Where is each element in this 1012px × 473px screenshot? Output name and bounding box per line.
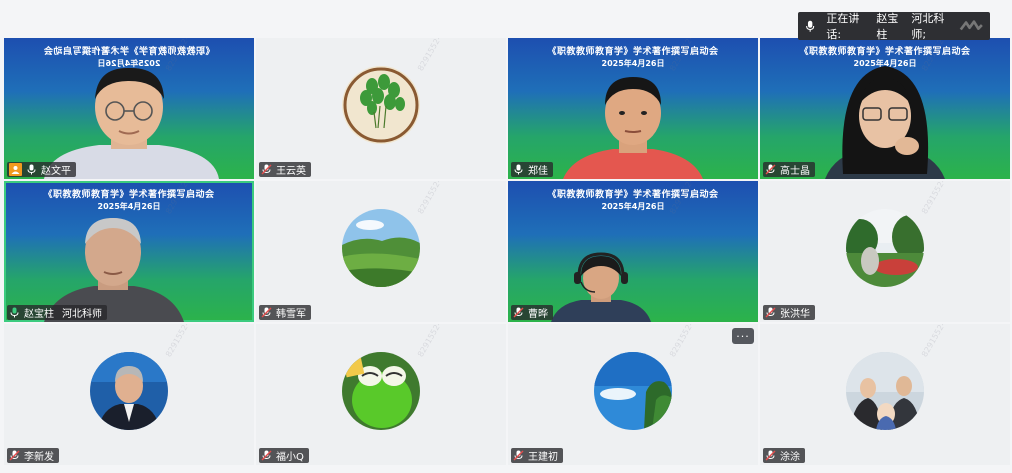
mic-muted-icon [513, 307, 524, 318]
participant-avatar [342, 65, 420, 144]
participant-tile[interactable]: 福小Q 8291552-3211-4f88-8654 2376 ... 7302 [256, 324, 506, 465]
mic-muted-icon [765, 450, 776, 461]
participant-video [44, 67, 219, 179]
participant-tile[interactable]: 《职教教师教育学》学术著作撰写启动会 2025年4月26日 曹晔 8291552… [508, 181, 758, 322]
audio-level-icon [960, 20, 984, 31]
participant-nametag: 涂涂 [763, 448, 805, 463]
banner-title: 《职教教师教育学》学术著作撰写启动会 [547, 190, 719, 200]
watermark: 8291552-3211-4f88-8654 2376 ... 7302 [416, 38, 503, 72]
microphone-speaking-icon [10, 307, 19, 318]
more-options-button[interactable]: ··· [732, 328, 754, 344]
participant-name: 涂涂 [780, 452, 800, 463]
watermark: 8291552-3211-4f88-8654 2376 ... 7302 [920, 181, 1007, 215]
participant-name: 王云英 [276, 166, 306, 177]
participant-nametag: 福小Q [259, 448, 309, 463]
participant-tile[interactable]: 王云英 8291552-3211-4f88-8654 2376 ... 7302 [256, 38, 506, 179]
participant-org: 河北科师 [62, 309, 102, 320]
participant-tile[interactable]: 韩雪军 8291552-3211-4f88-8654 2376 ... 7302 [256, 181, 506, 322]
participant-name: 福小Q [276, 452, 304, 463]
mic-muted-icon [261, 307, 272, 318]
video-gallery: 《职教教师教育学》学术著作撰写启动会 2025年4月26日 赵文平 829155… [4, 38, 1010, 465]
participant-avatar [90, 351, 168, 430]
mic-muted-icon [513, 450, 524, 461]
microphone-icon [27, 164, 36, 175]
participant-tile[interactable]: 涂涂 8291552-3211-4f88-8654 2376 ... 7302 [760, 324, 1010, 465]
banner-title: 《职教教师教育学》学术著作撰写启动会 [547, 47, 719, 57]
participant-nametag: 李新发 [7, 448, 59, 463]
banner-title: 《职教教师教育学》学术著作撰写启动会 [43, 47, 215, 57]
participant-tile[interactable]: 张洪华 8291552-3211-4f88-8654 2376 ... 7302 [760, 181, 1010, 322]
microphone-icon [514, 164, 523, 175]
participant-name: 王建初 [528, 452, 558, 463]
participant-avatar [846, 351, 924, 430]
participant-name: 李新发 [24, 452, 54, 463]
participant-avatar [342, 208, 420, 287]
participant-avatar [846, 208, 924, 287]
participant-tile[interactable]: 《职教教师教育学》学术著作撰写启动会 2025年4月26日 赵文平 829155… [4, 38, 254, 179]
speaking-label: 正在讲话: [826, 12, 860, 41]
participant-tile[interactable]: ··· 王建初 8291552-3211-4f88-8654 2376 ... … [508, 324, 758, 465]
participant-name: 赵文平 [41, 166, 71, 177]
participant-name: 郑佳 [528, 166, 548, 177]
speaking-name: 赵宝柱 [876, 12, 899, 41]
participant-tile[interactable]: 李新发 8291552-3211-4f88-8654 2376 ... 7302 [4, 324, 254, 465]
participant-video [550, 252, 651, 322]
participant-avatar [342, 351, 420, 430]
participant-name: 赵宝柱 [24, 309, 54, 320]
participant-name: 张洪华 [780, 309, 810, 320]
watermark: 8291552-3211-4f88-8654 2376 ... 7302 [164, 324, 251, 359]
banner-date: 2025年4月26日 [601, 59, 665, 68]
participant-tile[interactable]: 《职教教师教育学》学术著作撰写启动会 2025年4月26日 高士晶 829155… [760, 38, 1010, 179]
speaking-org: 河北科师; [911, 12, 945, 41]
banner-date: 2025年4月26日 [601, 202, 665, 211]
banner-title: 《职教教师教育学》学术著作撰写启动会 [43, 190, 215, 200]
participant-tile-active-speaker[interactable]: 《职教教师教育学》学术著作撰写启动会 2025年4月26日 赵宝柱 河北科师 8… [4, 181, 254, 322]
active-speaker-bar: 正在讲话: 赵宝柱 河北科师; [798, 12, 990, 41]
banner-date: 2025年4月26日 [97, 202, 161, 211]
participant-nametag: 韩雪军 [259, 305, 311, 320]
participant-nametag: 赵文平 [7, 162, 76, 177]
participant-name: 韩雪军 [276, 309, 306, 320]
participant-nametag: 张洪华 [763, 305, 815, 320]
participant-name: 高士晶 [780, 166, 810, 177]
mic-muted-icon [765, 164, 776, 175]
mic-muted-icon [765, 307, 776, 318]
participant-nametag: 王建初 [511, 448, 563, 463]
participant-nametag: 高士晶 [763, 162, 815, 177]
participant-nametag: 王云英 [259, 162, 311, 177]
mic-muted-icon [9, 450, 20, 461]
participant-nametag: 赵宝柱 河北科师 [7, 305, 107, 320]
participant-nametag: 郑佳 [511, 162, 553, 177]
participant-video [825, 66, 945, 179]
participant-tile[interactable]: 《职教教师教育学》学术著作撰写启动会 2025年4月26日 郑佳 8291552… [508, 38, 758, 179]
host-badge-icon [9, 163, 22, 176]
watermark: 8291552-3211-4f88-8654 2376 ... 7302 [920, 324, 1007, 359]
participant-video [563, 77, 703, 179]
microphone-icon [806, 20, 815, 32]
mic-muted-icon [261, 450, 272, 461]
watermark: 8291552-3211-4f88-8654 2376 ... 7302 [416, 324, 503, 359]
mic-muted-icon [261, 164, 272, 175]
participant-avatar [594, 351, 672, 430]
participant-nametag: 曹晔 [511, 305, 553, 320]
watermark: 8291552-3211-4f88-8654 2376 ... 7302 [416, 181, 503, 215]
participant-name: 曹晔 [528, 309, 548, 320]
